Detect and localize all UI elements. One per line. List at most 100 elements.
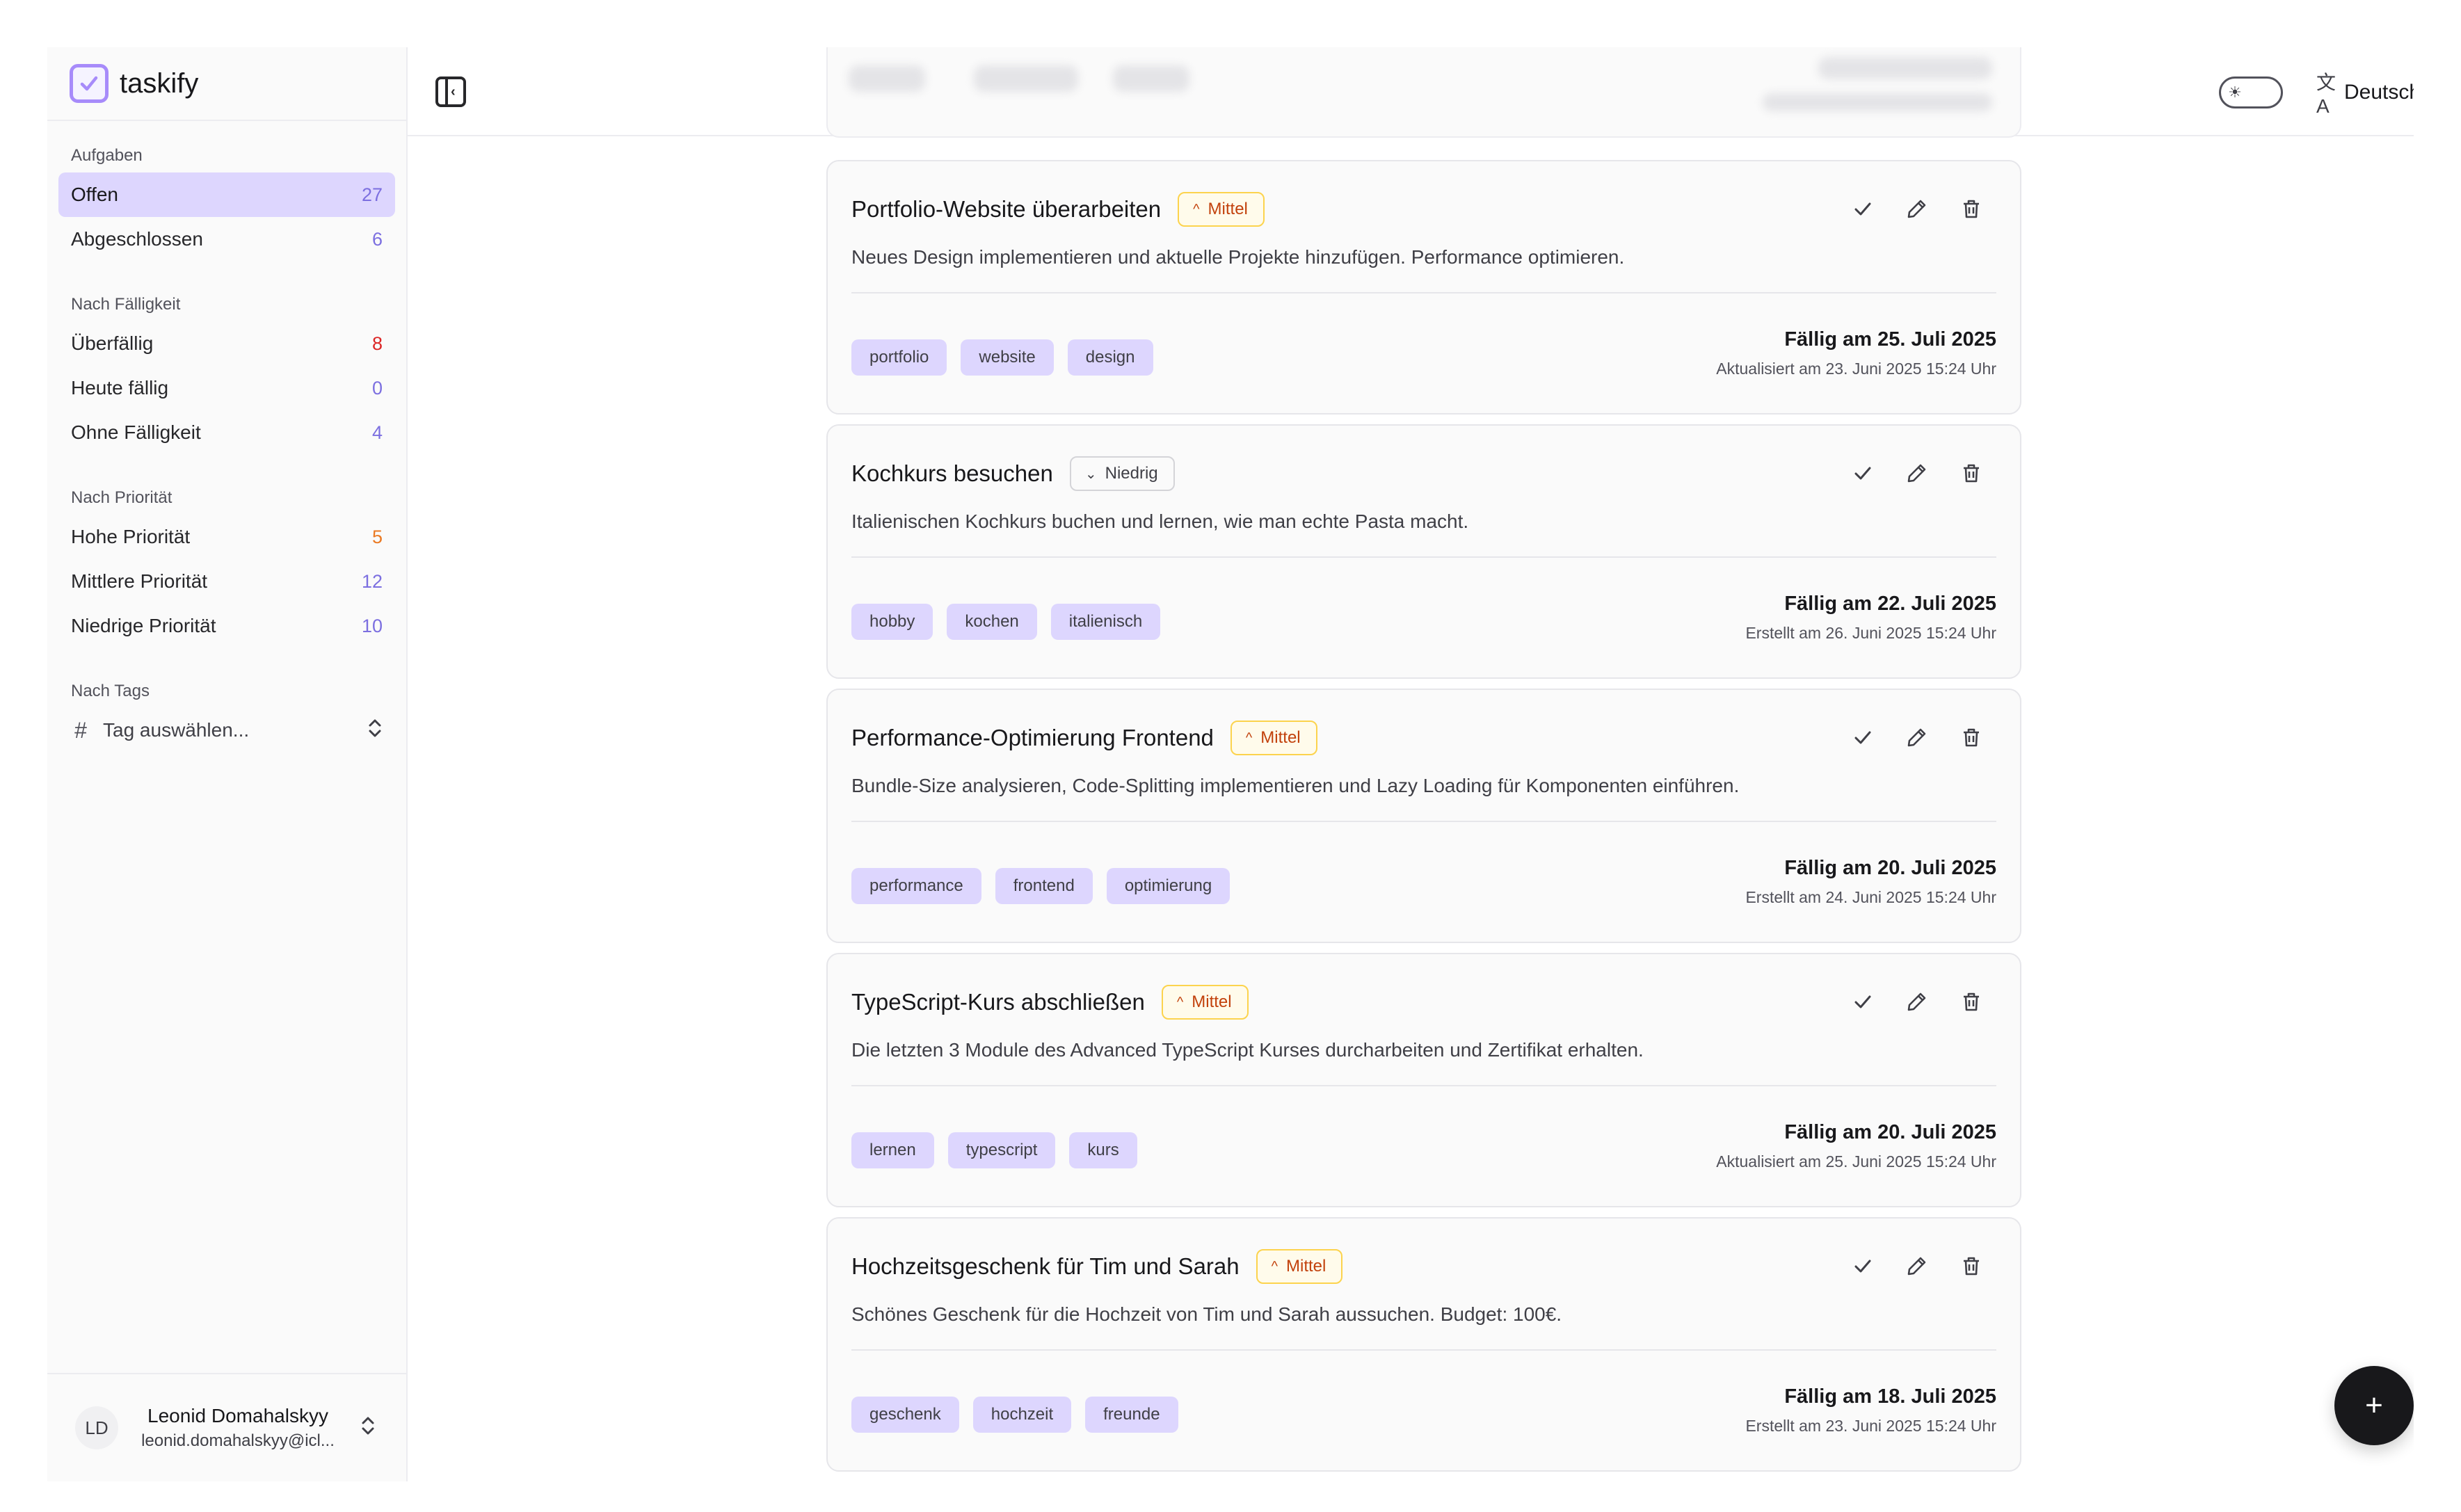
section-label-tags: Nach Tags — [71, 682, 150, 700]
priority-badge: ^ Mittel — [1256, 1249, 1343, 1284]
task-tag[interactable]: design — [1067, 339, 1153, 376]
task-description: Italienischen Kochkurs buchen und lernen… — [851, 510, 1469, 532]
sidebar-item-ohne-faelligkeit[interactable]: Ohne Fälligkeit 4 — [58, 410, 395, 455]
sidebar-item-label: Mittlere Priorität — [71, 570, 208, 592]
sidebar-item-count: 8 — [371, 332, 383, 354]
task-tag[interactable]: hochzeit — [972, 1397, 1072, 1433]
theme-toggle[interactable]: ☀ — [2219, 77, 2283, 108]
complete-check-icon[interactable] — [1849, 195, 1877, 223]
due-date: Fällig am 25. Juli 2025 — [1784, 328, 1996, 351]
edit-pencil-icon[interactable] — [1903, 723, 1931, 751]
task-title: TypeScript-Kurs abschließen — [851, 989, 1145, 1015]
user-menu[interactable]: LD Leonid Domahalskyy leonid.domahalskyy… — [47, 1373, 408, 1481]
task-card[interactable]: Hochzeitsgeschenk für Tim und Sarah ^ Mi… — [826, 1217, 2021, 1472]
chevron-down-icon: ⌄ — [1084, 466, 1097, 482]
task-card[interactable]: TypeScript-Kurs abschließen ^ Mittel Die… — [826, 953, 2021, 1207]
language-select[interactable]: 文A Deutsch ⌄ — [2316, 72, 2414, 117]
task-timestamp: Erstellt am 23. Juni 2025 15:24 Uhr — [1745, 1417, 1996, 1435]
task-tag[interactable]: frontend — [995, 868, 1093, 904]
task-tag[interactable]: italienisch — [1050, 604, 1161, 640]
task-tag[interactable]: typescript — [947, 1132, 1056, 1168]
tag-select[interactable]: # Tag auswählen... — [58, 708, 395, 753]
edit-pencil-icon[interactable] — [1903, 195, 1931, 223]
task-timestamp: Aktualisiert am 25. Juni 2025 15:24 Uhr — [1716, 1152, 1996, 1171]
priority-label: Mittel — [1286, 1257, 1326, 1276]
due-date: Fällig am 20. Juli 2025 — [1784, 857, 1996, 879]
task-tag[interactable]: portfolio — [851, 339, 947, 376]
task-tag[interactable]: geschenk — [851, 1397, 959, 1433]
task-description: Bundle-Size analysieren, Code-Splitting … — [851, 775, 1740, 796]
task-card[interactable]: Kochkurs besuchen ⌄ Niedrig Italienische… — [826, 424, 2021, 679]
sidebar-item-label: Ohne Fälligkeit — [71, 421, 201, 443]
divider — [851, 292, 1996, 293]
delete-trash-icon[interactable] — [1957, 988, 1985, 1015]
complete-check-icon[interactable] — [1849, 988, 1877, 1015]
task-tag[interactable]: optimierung — [1106, 868, 1230, 904]
priority-label: Mittel — [1260, 728, 1301, 747]
sidebar-item-offen[interactable]: Offen 27 — [58, 172, 395, 217]
sidebar-item-label: Abgeschlossen — [71, 228, 203, 250]
user-name: Leonid Domahalskyy — [147, 1405, 328, 1426]
sidebar-item-count: 27 — [361, 184, 383, 205]
tag-select-placeholder: Tag auswählen... — [103, 719, 250, 741]
sidebar-toggle-icon[interactable]: ‹ — [435, 77, 466, 107]
delete-trash-icon[interactable] — [1957, 1252, 1985, 1280]
delete-trash-icon[interactable] — [1957, 723, 1985, 751]
sidebar-item-mittlere-prioritaet[interactable]: Mittlere Priorität 12 — [58, 559, 395, 604]
sidebar-item-abgeschlossen[interactable]: Abgeschlossen 6 — [58, 217, 395, 262]
due-date: Fällig am 22. Juli 2025 — [1784, 593, 1996, 615]
divider — [851, 1349, 1996, 1351]
task-card-scrolled — [826, 47, 2021, 138]
task-timestamp: Erstellt am 26. Juni 2025 15:24 Uhr — [1745, 624, 1996, 642]
chevron-up-icon: ^ — [1193, 201, 1200, 217]
sidebar-item-count: 5 — [371, 526, 383, 547]
sidebar-item-count: 12 — [361, 570, 383, 592]
sidebar-item-hohe-prioritaet[interactable]: Hohe Priorität 5 — [58, 515, 395, 559]
sidebar-item-count: 6 — [371, 228, 383, 250]
delete-trash-icon[interactable] — [1957, 195, 1985, 223]
complete-check-icon[interactable] — [1849, 1252, 1877, 1280]
sidebar-item-count: 10 — [361, 615, 383, 636]
user-email: leonid.domahalskyy@icl... — [141, 1431, 335, 1450]
task-title: Performance-Optimierung Frontend — [851, 725, 1214, 750]
complete-check-icon[interactable] — [1849, 459, 1877, 487]
add-task-button[interactable]: + — [2334, 1366, 2414, 1445]
complete-check-icon[interactable] — [1849, 723, 1877, 751]
edit-pencil-icon[interactable] — [1903, 1252, 1931, 1280]
task-title: Hochzeitsgeschenk für Tim und Sarah — [851, 1253, 1240, 1279]
edit-pencil-icon[interactable] — [1903, 459, 1931, 487]
task-tag[interactable]: kochen — [947, 604, 1037, 640]
sidebar: taskify Aufgaben Offen 27 Abgeschlossen … — [47, 47, 408, 1481]
task-description: Schönes Geschenk für die Hochzeit von Ti… — [851, 1303, 1562, 1325]
edit-pencil-icon[interactable] — [1903, 988, 1931, 1015]
priority-label: Mittel — [1192, 992, 1232, 1011]
priority-badge: ^ Mittel — [1230, 721, 1317, 755]
sidebar-item-label: Offen — [71, 184, 118, 205]
chevron-up-icon: ^ — [1271, 1258, 1278, 1274]
task-card[interactable]: Portfolio-Website überarbeiten ^ Mittel … — [826, 160, 2021, 415]
sidebar-item-count: 4 — [371, 421, 383, 443]
task-card[interactable]: Performance-Optimierung Frontend ^ Mitte… — [826, 689, 2021, 943]
hash-icon: # — [74, 717, 87, 743]
due-date: Fällig am 18. Juli 2025 — [1784, 1385, 1996, 1408]
chevron-up-icon: ^ — [1176, 994, 1184, 1010]
task-tag[interactable]: kurs — [1069, 1132, 1137, 1168]
brand[interactable]: taskify — [47, 47, 406, 121]
priority-badge: ^ Mittel — [1178, 192, 1265, 227]
task-title: Kochkurs besuchen — [851, 460, 1053, 486]
delete-trash-icon[interactable] — [1957, 459, 1985, 487]
task-tag[interactable]: lernen — [851, 1132, 934, 1168]
task-tag[interactable]: website — [961, 339, 1054, 376]
sidebar-item-ueberfaellig[interactable]: Überfällig 8 — [58, 321, 395, 366]
sidebar-item-heute-faellig[interactable]: Heute fällig 0 — [58, 366, 395, 410]
sidebar-item-niedrige-prioritaet[interactable]: Niedrige Priorität 10 — [58, 604, 395, 648]
task-timestamp: Erstellt am 24. Juni 2025 15:24 Uhr — [1745, 888, 1996, 906]
priority-badge: ^ Mittel — [1161, 985, 1249, 1020]
priority-badge: ⌄ Niedrig — [1069, 456, 1175, 491]
task-tag[interactable]: performance — [851, 868, 981, 904]
task-tag[interactable]: hobby — [851, 604, 933, 640]
task-tag[interactable]: freunde — [1085, 1397, 1178, 1433]
translate-icon: 文A — [2316, 72, 2336, 117]
chevrons-up-down-icon — [367, 718, 383, 743]
priority-label: Niedrig — [1105, 464, 1158, 483]
